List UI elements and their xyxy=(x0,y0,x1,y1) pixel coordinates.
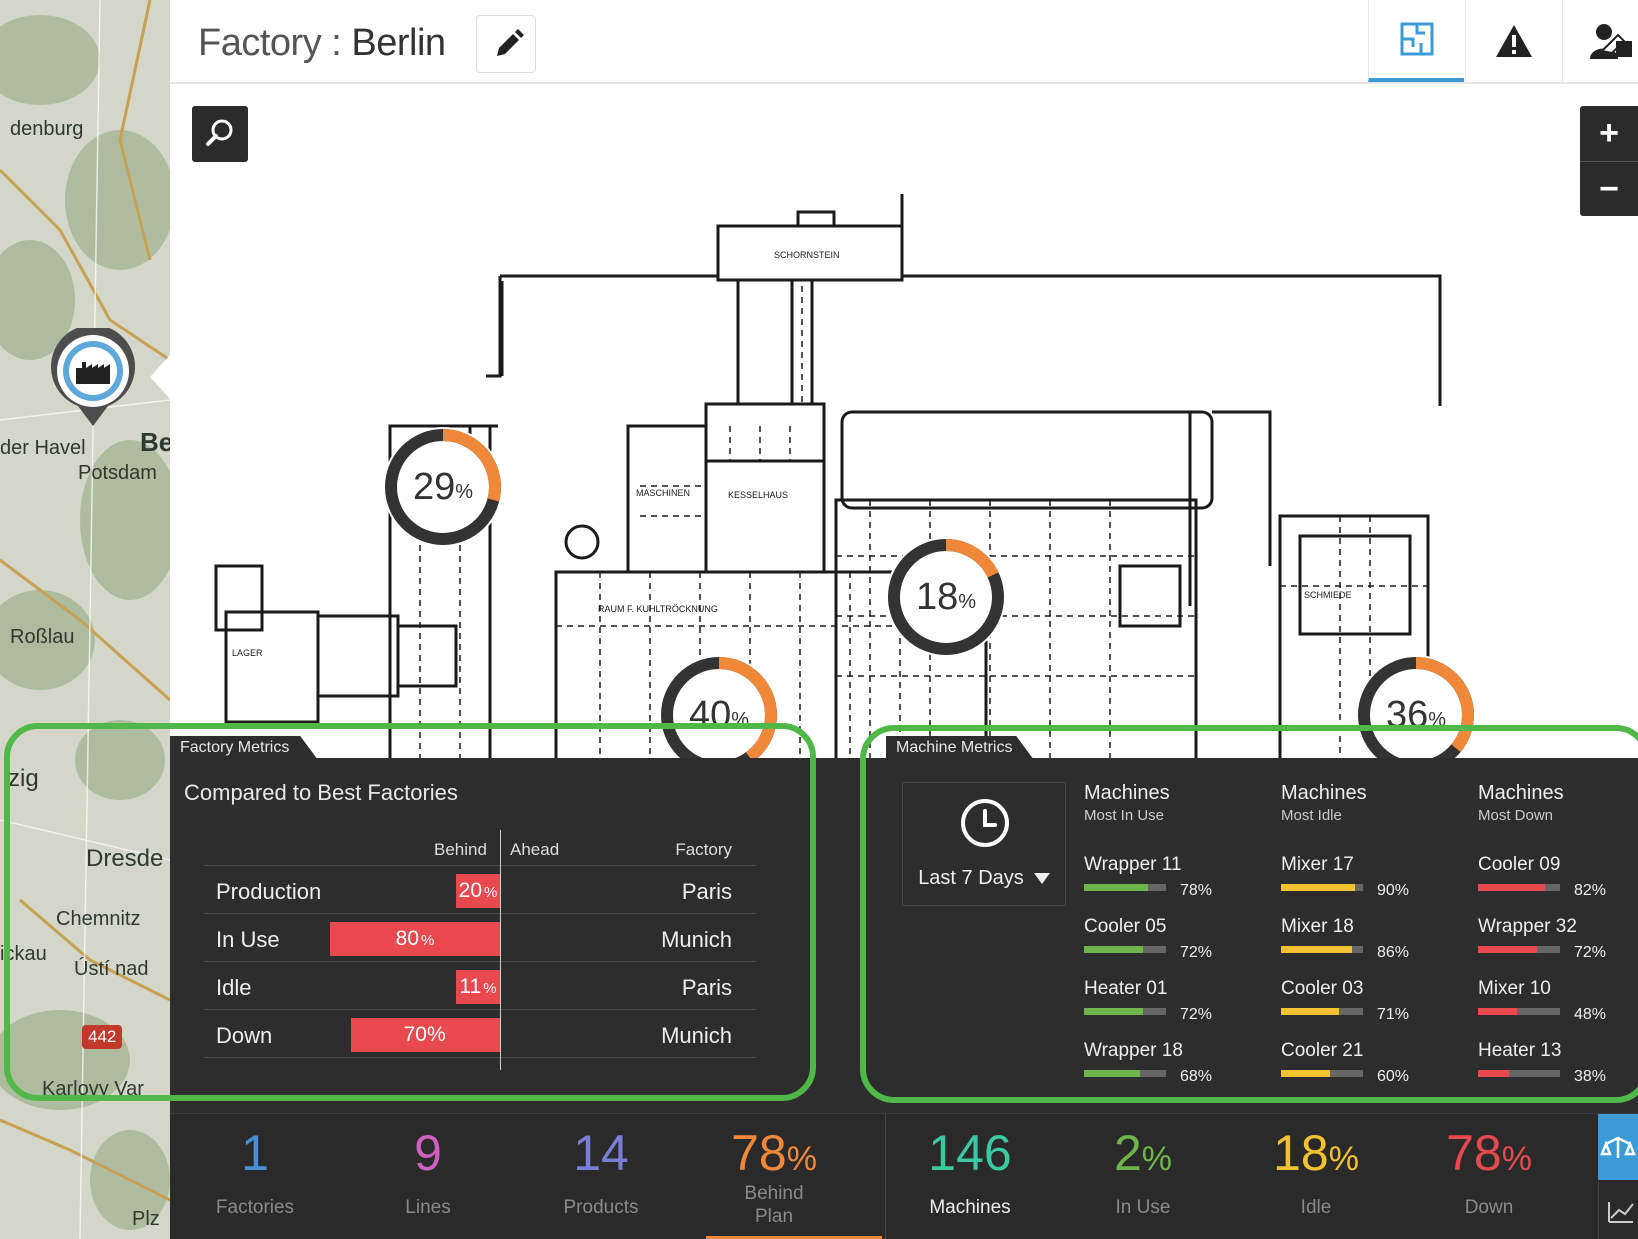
zoom-out-icon: − xyxy=(1599,169,1619,208)
zoom-out-button[interactable]: − xyxy=(1580,161,1638,216)
top-bar: Factory : Berlin xyxy=(170,0,1638,84)
zoom-in-button[interactable]: + xyxy=(1580,106,1638,161)
zoom-in-icon: + xyxy=(1599,114,1619,152)
stat-1[interactable]: 9 Lines xyxy=(343,1114,513,1239)
stat-value: 18% xyxy=(1273,1125,1359,1181)
page-title: Factory : Berlin xyxy=(198,22,446,65)
stat-label: Lines xyxy=(405,1197,451,1218)
search-button[interactable] xyxy=(192,106,248,162)
people-icon xyxy=(1589,24,1632,59)
stat-label: Idle xyxy=(1300,1197,1332,1218)
tab-floorplan[interactable] xyxy=(1368,0,1464,82)
gauge-value: 29% xyxy=(412,465,474,508)
title-city: Berlin xyxy=(351,22,446,64)
map-label: Be xyxy=(140,427,170,457)
stat-0[interactable]: 1 Factories xyxy=(170,1114,340,1239)
trend-icon xyxy=(1608,1202,1634,1223)
stat-value: 9 xyxy=(414,1125,442,1181)
utilization-gauge[interactable]: 18% xyxy=(884,535,1008,659)
svg-text:SCHORNSTEIN: SCHORNSTEIN xyxy=(774,250,840,260)
edit-title-button[interactable] xyxy=(476,15,536,73)
trend-view-button[interactable] xyxy=(1598,1182,1638,1239)
stat-value: 78% xyxy=(1446,1125,1532,1181)
stat-5[interactable]: 2% In Use xyxy=(1058,1114,1228,1239)
gauge-value: 18% xyxy=(915,575,977,618)
stat-2[interactable]: 14 Products xyxy=(516,1114,686,1239)
machine-metrics-highlight xyxy=(860,725,1638,1103)
stat-label: Machines xyxy=(929,1197,1011,1218)
stat-value: 14 xyxy=(573,1125,629,1181)
floorplan-icon xyxy=(1400,22,1433,56)
stat-4[interactable]: 146 Machines xyxy=(885,1114,1055,1239)
stat-value: 78% xyxy=(731,1125,817,1181)
stat-6[interactable]: 18% Idle xyxy=(1231,1114,1401,1239)
pencil-icon xyxy=(497,29,524,56)
stat-label: Products xyxy=(563,1197,639,1218)
stat-label: Behind Plan xyxy=(744,1183,804,1227)
map-label: Plz xyxy=(132,1208,160,1230)
svg-text:LAGER: LAGER xyxy=(232,648,263,658)
stat-label: Factories xyxy=(215,1197,295,1218)
search-icon xyxy=(206,119,233,146)
utilization-gauge[interactable]: 29% xyxy=(381,425,505,549)
factory-icon xyxy=(51,324,135,426)
map-label: Potsdam xyxy=(78,462,157,484)
factory-map-pin[interactable] xyxy=(48,324,138,428)
stat-7[interactable]: 78% Down xyxy=(1404,1114,1574,1239)
stat-3[interactable]: 78% Behind Plan xyxy=(689,1114,859,1239)
map-label: denburg xyxy=(10,118,84,140)
title-prefix: Factory : xyxy=(198,22,342,64)
stat-value: 146 xyxy=(928,1125,1012,1181)
stat-label: In Use xyxy=(1115,1197,1171,1218)
map-label: der Havel xyxy=(0,437,86,459)
zoom-controls: + − xyxy=(1580,106,1638,216)
svg-text:SCHMIEDE: SCHMIEDE xyxy=(1304,590,1352,600)
tab-alerts[interactable] xyxy=(1465,0,1561,82)
summary-stats-bar: 1 Factories 9 Lines 14 Products 78% Behind Plan… xyxy=(170,1113,1638,1239)
stat-value: 2% xyxy=(1113,1125,1173,1181)
svg-text:MASCHINEN: MASCHINEN xyxy=(636,488,690,498)
svg-text:KESSELHAUS: KESSELHAUS xyxy=(728,490,788,500)
stat-label: Down xyxy=(1464,1197,1514,1218)
compare-view-button[interactable] xyxy=(1598,1114,1638,1180)
factory-metrics-highlight xyxy=(4,723,816,1101)
tab-people[interactable] xyxy=(1562,0,1638,82)
warning-icon xyxy=(1495,25,1532,57)
stat-value: 1 xyxy=(241,1125,269,1181)
map-pointer xyxy=(150,355,170,399)
svg-text:RAUM F. KUHLTRÖCKNUNG: RAUM F. KUHLTRÖCKNUNG xyxy=(598,604,718,614)
map-label: Roßlau xyxy=(10,626,75,648)
app-root: denburg der Havel Be Potsdam Roßlau zig … xyxy=(0,0,1638,1239)
scale-icon xyxy=(1600,1136,1636,1158)
